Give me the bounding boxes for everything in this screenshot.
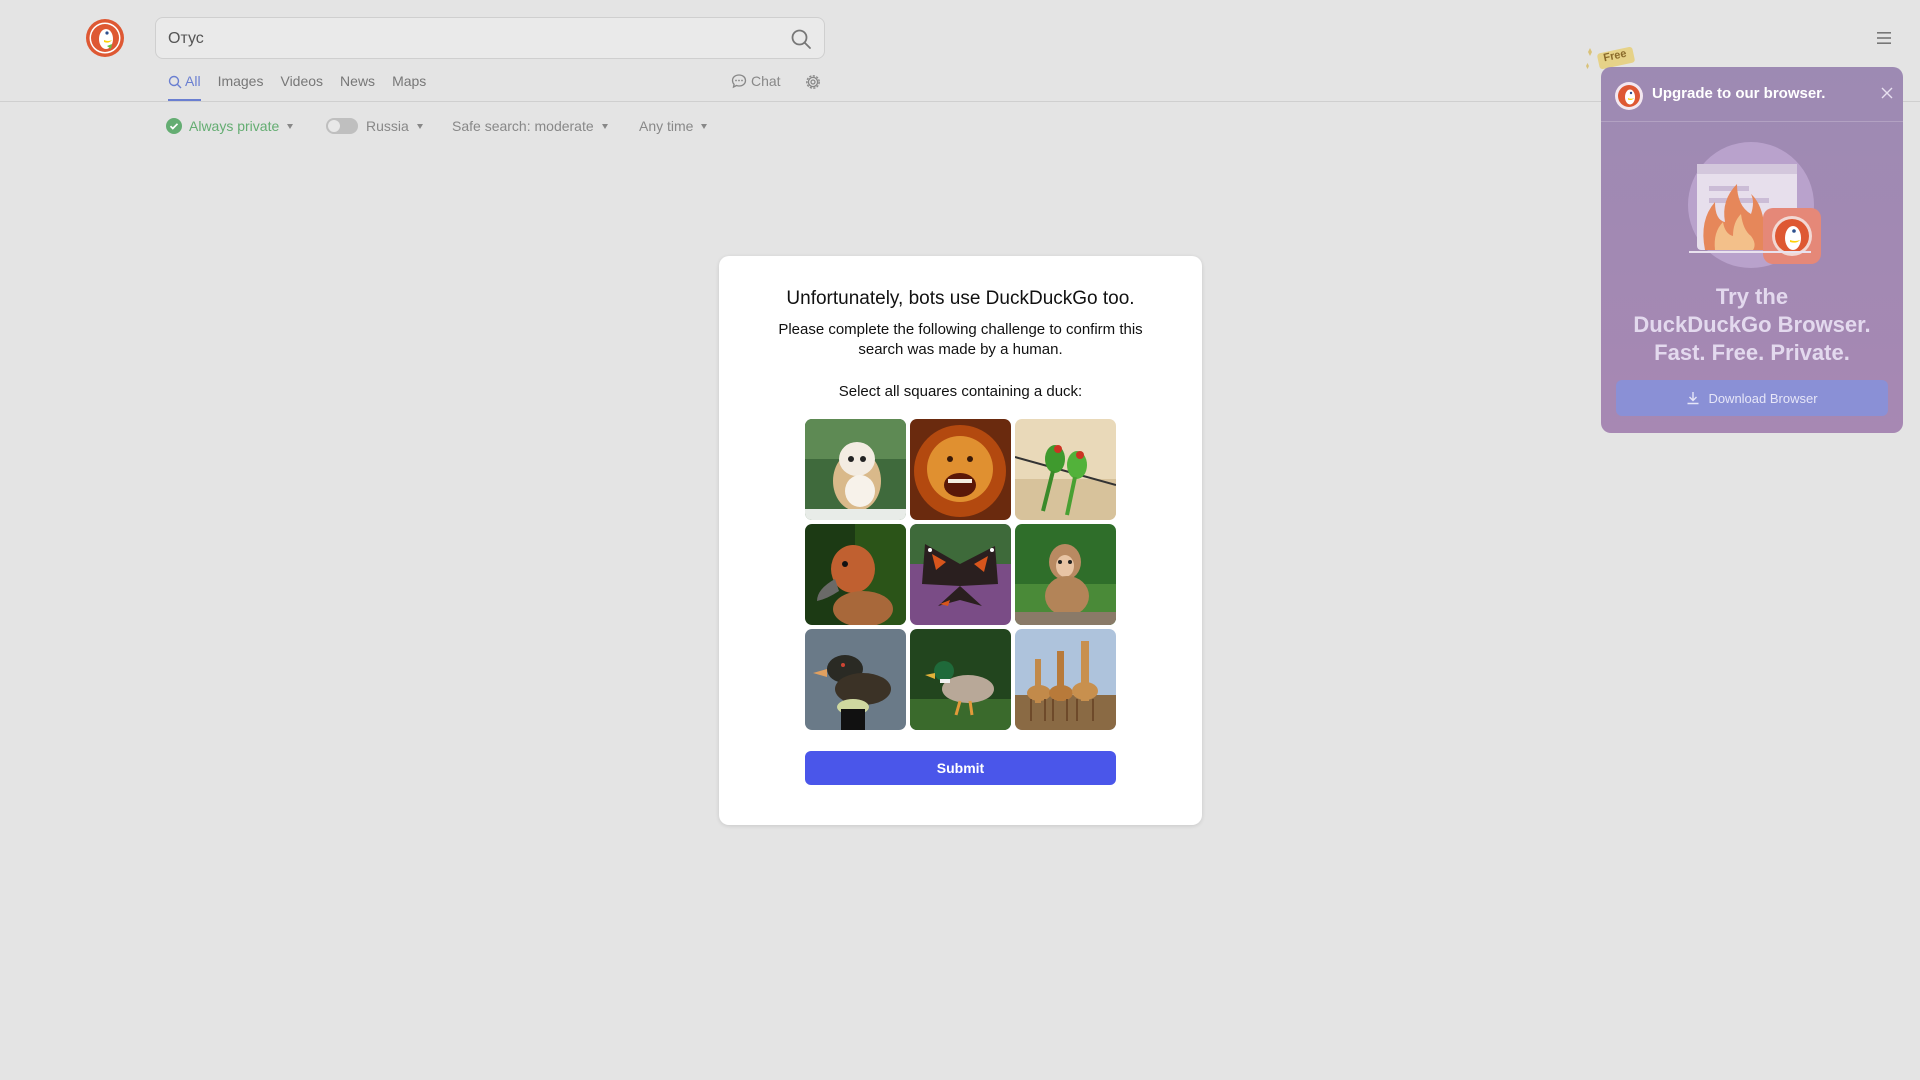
promo-headline-line-3: Fast. Free. Private.	[1654, 340, 1850, 365]
captcha-tile-duck[interactable]	[805, 524, 906, 625]
safe-search-label: Safe search: moderate	[452, 118, 594, 134]
captcha-title: Unfortunately, bots use DuckDuckGo too.	[786, 288, 1135, 309]
close-icon[interactable]	[1881, 87, 1893, 99]
captcha-subtitle: Please complete the following challenge …	[778, 321, 1143, 358]
captcha-tile-giraffes[interactable]	[1015, 629, 1116, 730]
chevron-down-icon	[416, 123, 423, 129]
chevron-down-icon	[287, 123, 294, 129]
chevron-down-icon	[601, 123, 608, 129]
region-label: Russia	[366, 118, 409, 134]
check-icon	[166, 118, 182, 134]
privacy-label: Always private	[189, 118, 280, 134]
time-label: Any time	[639, 118, 694, 134]
captcha-instruction: Select all squares containing a duck:	[838, 383, 1083, 400]
region-filter[interactable]: Russia	[326, 118, 423, 134]
browser-illustration	[1688, 142, 1821, 268]
captcha-tile-owl[interactable]	[805, 419, 906, 520]
tab-images-label: Images	[217, 73, 264, 89]
tab-maps-label: Maps	[392, 73, 427, 89]
search-box	[155, 17, 825, 60]
tab-news[interactable]: News	[340, 73, 375, 101]
promo-title: Upgrade to our browser.	[1652, 85, 1826, 102]
duckduckgo-logo[interactable]	[85, 18, 125, 58]
download-icon	[1687, 392, 1699, 405]
tab-all[interactable]: All	[168, 73, 201, 101]
tab-videos-label: Videos	[280, 73, 324, 89]
download-browser-button[interactable]: Download Browser	[1616, 380, 1888, 416]
search-icon[interactable]	[790, 28, 812, 50]
hamburger-menu-icon[interactable]	[1876, 31, 1892, 45]
tab-videos[interactable]: Videos	[280, 73, 323, 101]
captcha-tile-wood-duck[interactable]	[805, 629, 906, 730]
search-nav: All Images Videos News Maps	[168, 73, 443, 101]
chevron-down-icon	[701, 123, 708, 129]
promo-headline-line-1: Try the	[1715, 284, 1789, 309]
chat-label: Chat	[751, 73, 781, 89]
captcha-tile-lion[interactable]	[910, 419, 1011, 520]
browser-promo: Upgrade to our browser. Try the DuckDuck…	[1601, 67, 1903, 433]
submit-button[interactable]: Submit	[805, 751, 1116, 785]
promo-headline-line-2: DuckDuckGo Browser.	[1633, 312, 1871, 337]
time-filter[interactable]: Any time	[639, 118, 708, 134]
gear-icon[interactable]	[804, 73, 822, 91]
promo-headline: Try the DuckDuckGo Browser. Fast. Free. …	[1601, 283, 1903, 367]
download-browser-label: Download Browser	[1708, 390, 1818, 406]
captcha-tile-butterfly[interactable]	[910, 524, 1011, 625]
captcha-tile-parrots[interactable]	[1015, 419, 1116, 520]
tab-images[interactable]: Images	[218, 73, 264, 101]
captcha-tile-monkey[interactable]	[1015, 524, 1116, 625]
chat-link[interactable]: Chat	[731, 73, 781, 89]
captcha-grid	[805, 419, 1116, 730]
promo-header: Upgrade to our browser.	[1601, 67, 1903, 122]
tab-all-label: All	[185, 73, 201, 89]
tab-maps[interactable]: Maps	[392, 73, 426, 101]
region-toggle[interactable]	[326, 118, 358, 134]
captcha-modal: Unfortunately, bots use DuckDuckGo too. …	[719, 256, 1202, 825]
duckduckgo-logo	[1615, 82, 1643, 110]
privacy-filter[interactable]: Always private	[166, 118, 294, 134]
captcha-tile-mallard[interactable]	[910, 629, 1011, 730]
tab-news-label: News	[340, 73, 376, 89]
search-input[interactable]	[166, 18, 770, 60]
safe-search-filter[interactable]: Safe search: moderate	[452, 118, 608, 134]
search-icon	[168, 75, 182, 89]
chat-icon	[731, 74, 747, 89]
